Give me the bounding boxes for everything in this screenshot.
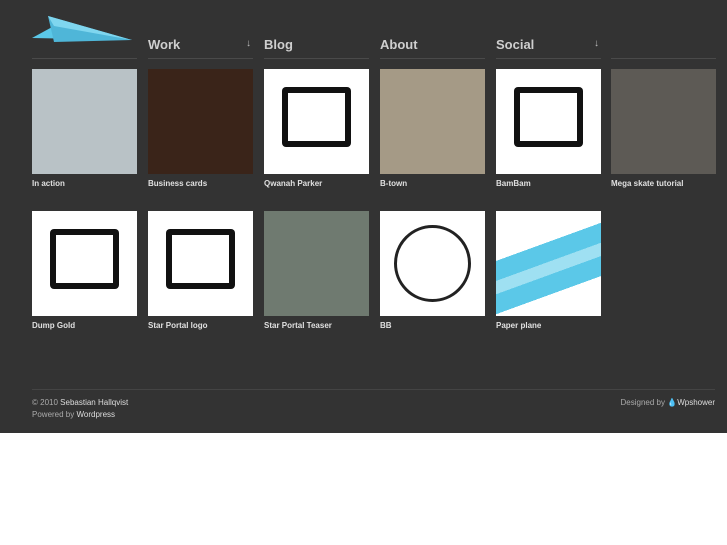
wordpress-link[interactable]: Wordpress <box>76 410 115 419</box>
item-title[interactable]: Qwanah Parker <box>264 179 369 188</box>
thumbnail-image[interactable] <box>380 211 485 316</box>
designed-by: Designed by 💧Wpshower <box>620 398 715 407</box>
thumbnail-image[interactable] <box>380 69 485 174</box>
item-title[interactable]: Paper plane <box>496 321 601 330</box>
copyright: © 2010 Sebastian Hallqvist <box>32 398 129 407</box>
portfolio-item[interactable]: Paper plane <box>496 211 601 330</box>
thumbnail-image[interactable] <box>611 69 716 174</box>
item-title[interactable]: Star Portal Teaser <box>264 321 369 330</box>
item-title[interactable]: B-town <box>380 179 485 188</box>
author-link[interactable]: Sebastian Hallqvist <box>60 398 128 407</box>
portfolio-item[interactable]: BamBam <box>496 69 601 188</box>
portfolio-item[interactable]: Qwanah Parker <box>264 69 369 188</box>
nav-label: About <box>380 37 418 52</box>
divider <box>611 58 716 59</box>
item-title[interactable]: Dump Gold <box>32 321 137 330</box>
portfolio-item[interactable]: B-town <box>380 69 485 188</box>
thumbnail-image[interactable] <box>496 69 601 174</box>
thumbnail-image[interactable] <box>32 211 137 316</box>
portfolio-item[interactable]: BB <box>380 211 485 330</box>
item-title[interactable]: BB <box>380 321 485 330</box>
thumbnail-image[interactable] <box>496 211 601 316</box>
divider <box>32 58 137 59</box>
nav-about[interactable]: About <box>380 36 485 59</box>
footer-divider <box>32 389 715 390</box>
arrow-down-icon: ↓ <box>594 38 599 49</box>
item-title[interactable]: Mega skate tutorial <box>611 179 716 188</box>
portfolio-item[interactable]: Dump Gold <box>32 211 137 330</box>
nav-blog[interactable]: Blog <box>264 36 369 59</box>
thumbnail-image[interactable] <box>32 69 137 174</box>
paper-plane-logo[interactable] <box>32 16 132 42</box>
page: Work ↓ Blog About Social ↓ In action Busine… <box>0 0 727 433</box>
nav-label: Work <box>148 37 181 52</box>
portfolio-item[interactable]: Star Portal logo <box>148 211 253 330</box>
nav-label: Social <box>496 37 535 52</box>
nav-social[interactable]: Social ↓ <box>496 36 601 59</box>
item-title[interactable]: BamBam <box>496 179 601 188</box>
arrow-down-icon: ↓ <box>246 38 251 49</box>
thumbnail-image[interactable] <box>148 69 253 174</box>
portfolio-item[interactable]: Star Portal Teaser <box>264 211 369 330</box>
nav-work[interactable]: Work ↓ <box>148 36 253 59</box>
powered-by: Powered by Wordpress <box>32 410 116 419</box>
nav-label: Blog <box>264 37 293 52</box>
item-title[interactable]: Star Portal logo <box>148 321 253 330</box>
thumbnail-image[interactable] <box>148 211 253 316</box>
wpshower-link[interactable]: 💧Wpshower <box>667 398 715 407</box>
portfolio-item[interactable]: Business cards <box>148 69 253 188</box>
item-title[interactable]: In action <box>32 179 137 188</box>
portfolio-item[interactable]: In action <box>32 69 137 188</box>
thumbnail-image[interactable] <box>264 211 369 316</box>
portfolio-item[interactable]: Mega skate tutorial <box>611 69 716 188</box>
item-title[interactable]: Business cards <box>148 179 253 188</box>
thumbnail-image[interactable] <box>264 69 369 174</box>
